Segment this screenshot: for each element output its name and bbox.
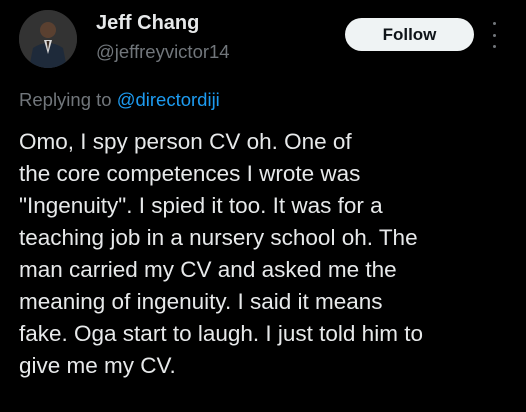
replying-prefix: Replying to — [19, 89, 112, 110]
more-options-button[interactable] — [488, 22, 500, 48]
avatar-photo-icon — [19, 10, 77, 68]
replying-to-mention[interactable]: @directordiji — [117, 89, 220, 110]
tweet-text: Omo, I spy person CV oh. One of the core… — [19, 126, 519, 382]
tweet-text-line: "Ingenuity". I spied it too. It was for … — [19, 193, 383, 218]
tweet-text-line: the core competences I wrote was — [19, 161, 361, 186]
avatar[interactable] — [19, 10, 77, 68]
tweet-text-line: teaching job in a nursery school oh. The — [19, 225, 418, 250]
follow-button[interactable]: Follow — [345, 18, 474, 51]
replying-to: Replying to @directordiji — [19, 89, 220, 111]
display-name[interactable]: Jeff Chang — [96, 12, 199, 35]
tweet-text-line: man carried my CV and asked me the — [19, 257, 397, 282]
tweet-card: Jeff Chang @jeffreyvictor14 Follow Reply… — [0, 0, 526, 412]
tweet-text-line: meaning of ingenuity. I said it means — [19, 289, 383, 314]
tweet-text-line: Omo, I spy person CV oh. One of — [19, 129, 352, 154]
more-vertical-icon — [492, 45, 496, 48]
more-vertical-icon — [492, 33, 496, 37]
tweet-text-line: fake. Oga start to laugh. I just told hi… — [19, 321, 423, 346]
tweet-text-line: give me my CV. — [19, 353, 176, 378]
user-handle[interactable]: @jeffreyvictor14 — [96, 41, 230, 63]
more-vertical-icon — [492, 22, 496, 25]
